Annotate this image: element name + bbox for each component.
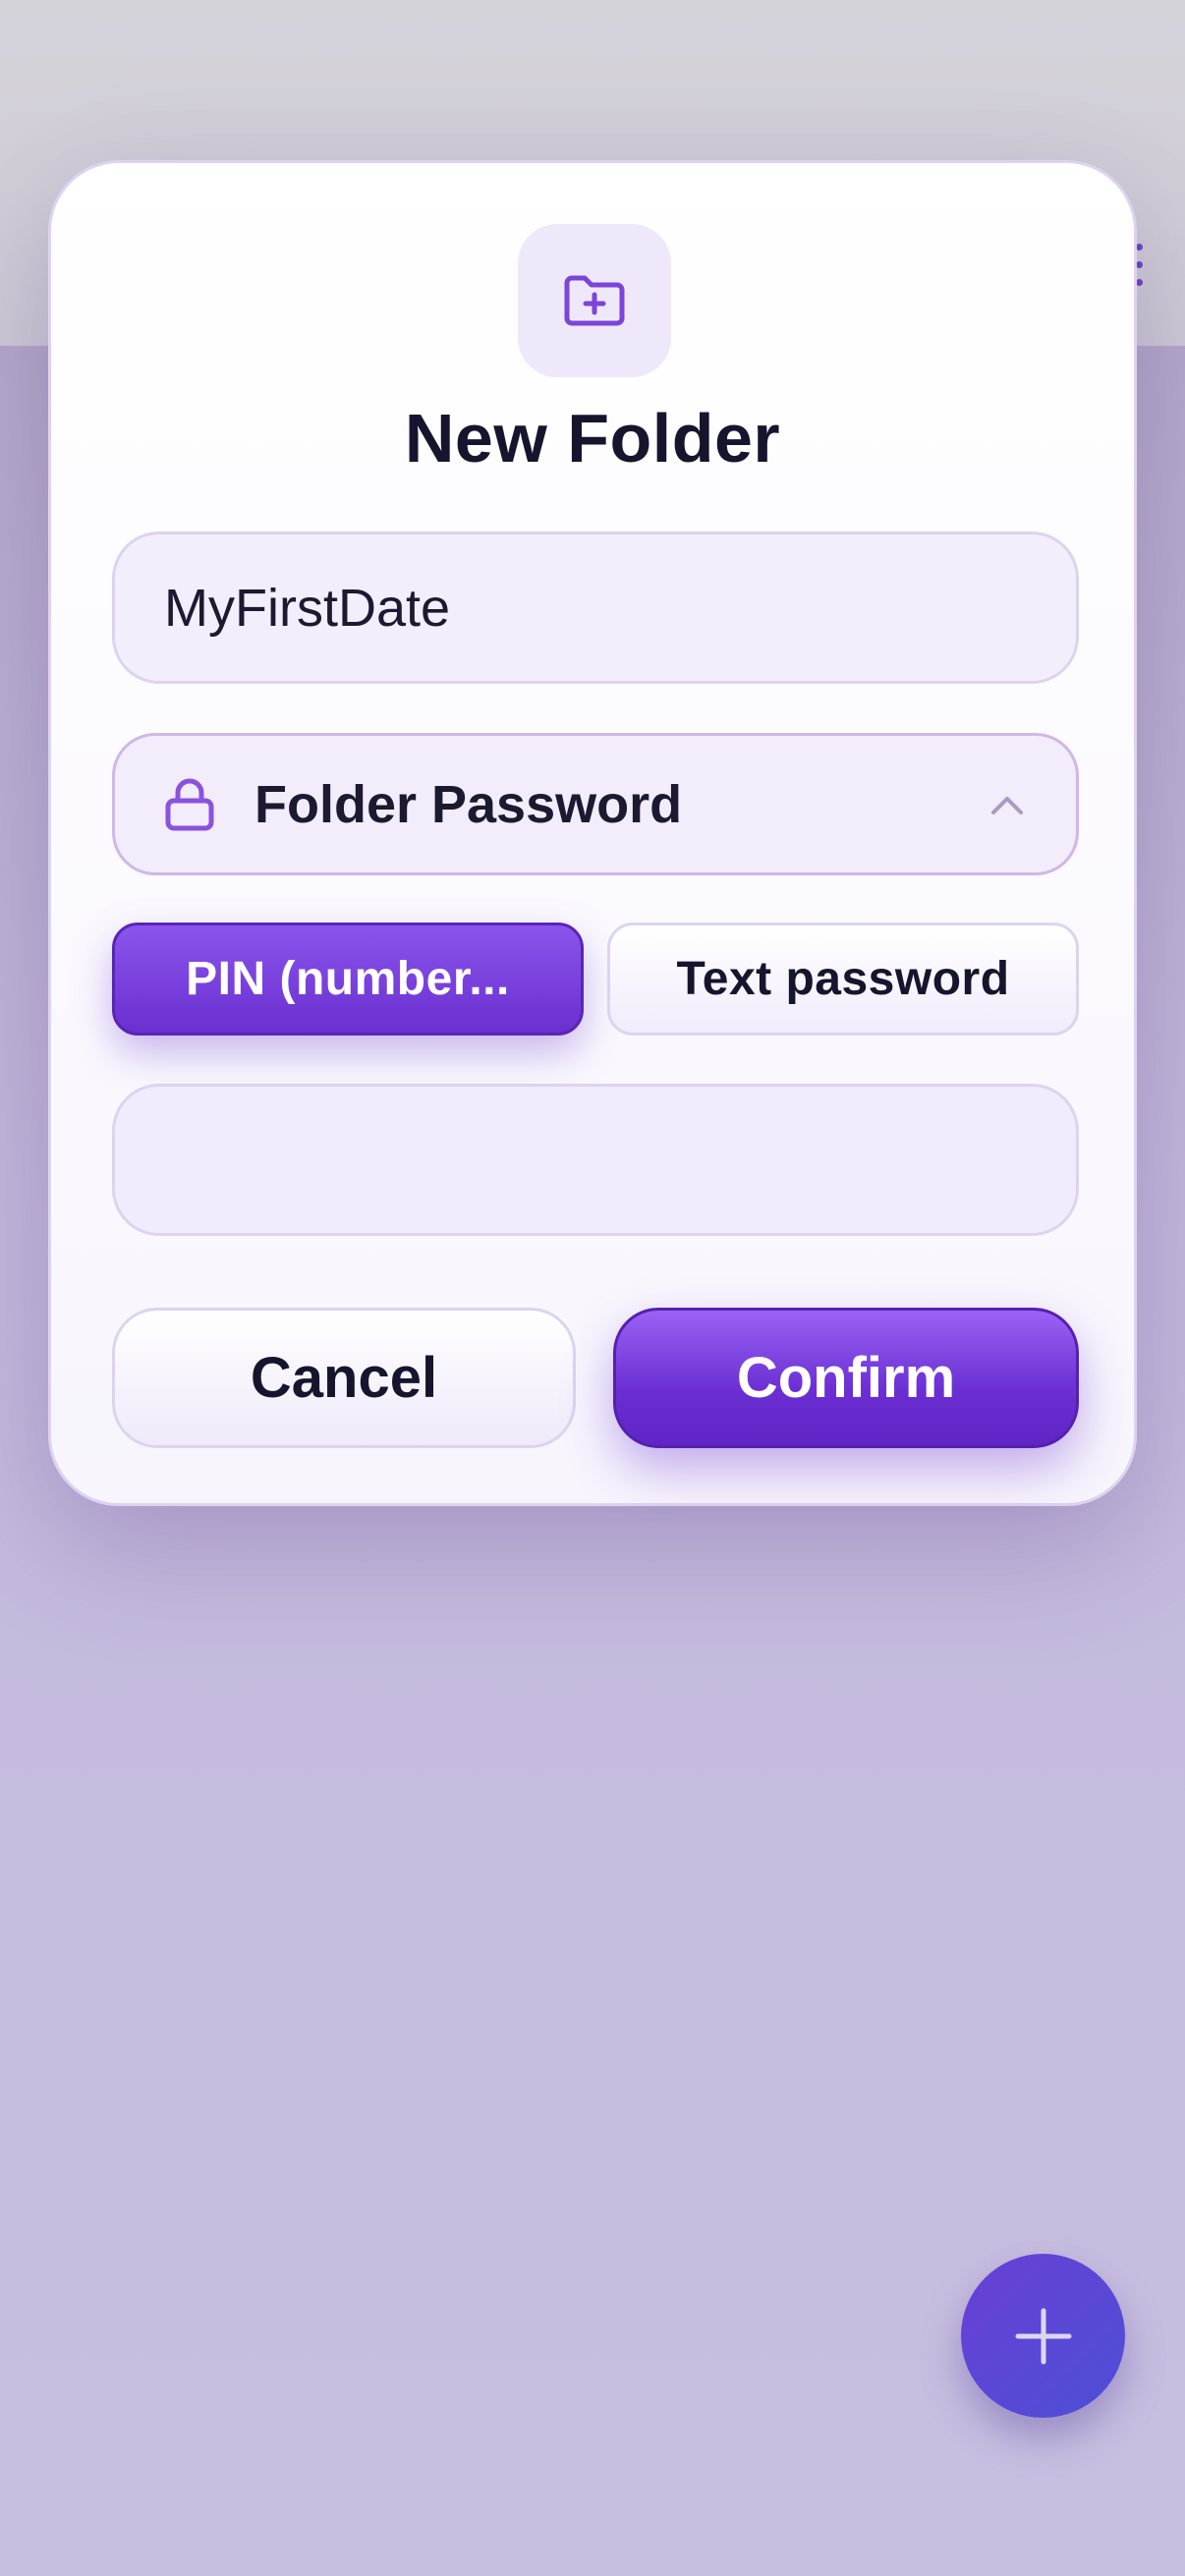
plus-icon: [1015, 2308, 1071, 2364]
kebab-menu-icon[interactable]: [1136, 244, 1146, 287]
add-fab-button[interactable]: [961, 2254, 1125, 2418]
folder-password-label: Folder Password: [254, 774, 683, 834]
cancel-button[interactable]: Cancel: [112, 1308, 576, 1448]
chevron-up-icon: [991, 796, 1023, 814]
pin-mode-option[interactable]: PIN (number...: [112, 923, 584, 1036]
folder-plus-icon: [518, 224, 671, 377]
dialog-title: New Folder: [404, 400, 781, 476]
confirm-button[interactable]: Confirm: [613, 1308, 1079, 1448]
folder-password-toggle[interactable]: Folder Password: [112, 733, 1079, 875]
password-input[interactable]: [112, 1084, 1079, 1236]
kebab-dot: [1136, 261, 1143, 268]
kebab-dot: [1136, 244, 1143, 251]
kebab-dot: [1136, 279, 1143, 286]
new-folder-dialog: New Folder Folder Password PIN (number..…: [48, 160, 1137, 1506]
folder-name-input[interactable]: [112, 532, 1079, 684]
lock-icon: [165, 778, 214, 830]
text-password-option[interactable]: Text password: [607, 923, 1079, 1036]
